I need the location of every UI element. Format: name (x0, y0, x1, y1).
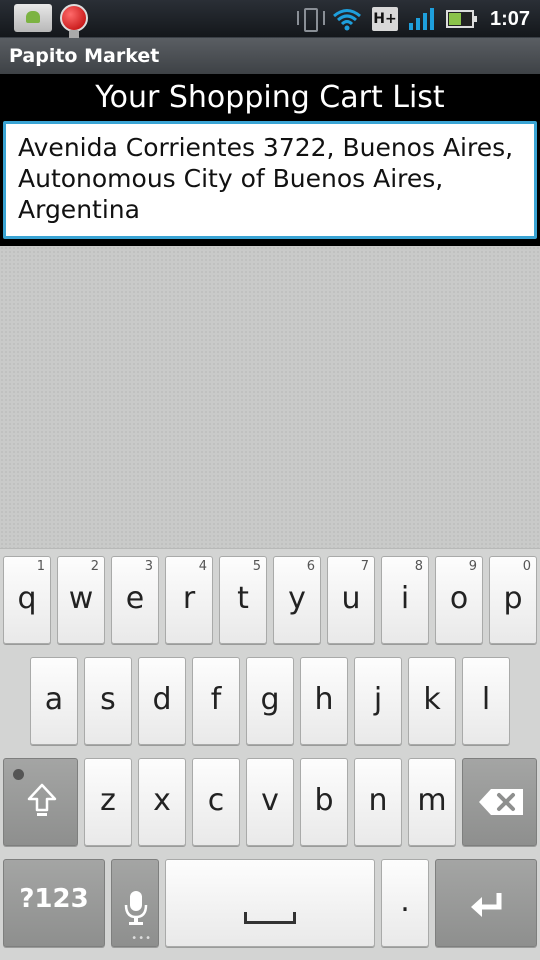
wifi-icon (333, 9, 361, 31)
app-title-bar: Papito Market (0, 38, 540, 74)
key-label: s (100, 682, 116, 717)
page-title: Your Shopping Cart List (95, 80, 445, 115)
key-label: d (152, 682, 172, 717)
enter-key[interactable] (435, 859, 537, 947)
period-key[interactable]: . (381, 859, 429, 947)
key-v[interactable]: v (246, 758, 294, 846)
space-key[interactable] (165, 859, 375, 947)
key-label: e (125, 581, 145, 616)
key-label: h (314, 682, 334, 717)
key-i[interactable]: 8 i (381, 556, 429, 644)
clock: 1:07 (489, 7, 530, 30)
empty-list-area (0, 246, 540, 548)
key-z[interactable]: z (84, 758, 132, 846)
key-m[interactable]: m (408, 758, 456, 846)
key-e[interactable]: 3 e (111, 556, 159, 644)
caps-indicator (13, 769, 24, 780)
key-s[interactable]: s (84, 657, 132, 745)
key-n[interactable]: n (354, 758, 402, 846)
address-line: Autonomous City of Buenos Aires, (18, 164, 444, 193)
key-label: j (373, 682, 383, 717)
address-line: Avenida Corrientes 3722, Buenos Aires, (18, 133, 514, 162)
key-label: w (68, 581, 94, 616)
key-hint: 8 (414, 559, 423, 574)
key-label: n (368, 783, 388, 818)
key-l[interactable]: l (462, 657, 510, 745)
key-g[interactable]: g (246, 657, 294, 745)
key-label: u (341, 581, 361, 616)
key-d[interactable]: d (138, 657, 186, 745)
key-y[interactable]: 6 y (273, 556, 321, 644)
backspace-key[interactable] (462, 758, 537, 846)
key-b[interactable]: b (300, 758, 348, 846)
app-title: Papito Market (9, 45, 160, 67)
key-hint: 4 (198, 559, 207, 574)
key-hint: 7 (360, 559, 369, 574)
key-label: p (503, 581, 523, 616)
key-r[interactable]: 4 r (165, 556, 213, 644)
key-h[interactable]: h (300, 657, 348, 745)
key-label: c (207, 783, 225, 818)
key-hint: 9 (468, 559, 477, 574)
key-label: ?123 (19, 884, 89, 914)
key-hint: 5 (252, 559, 261, 574)
photo-icon (14, 4, 52, 32)
microphone-icon (124, 891, 148, 925)
key-j[interactable]: j (354, 657, 402, 745)
key-w[interactable]: 2 w (57, 556, 105, 644)
address-text-field[interactable]: Avenida Corrientes 3722, Buenos Aires, A… (3, 121, 537, 239)
key-label: o (449, 581, 469, 616)
key-hint: 3 (144, 559, 153, 574)
space-icon (244, 912, 296, 924)
key-label: f (210, 682, 222, 717)
key-label: k (423, 682, 441, 717)
address-line: Argentina (18, 195, 140, 224)
key-x[interactable]: x (138, 758, 186, 846)
key-label: q (17, 581, 37, 616)
signal-icon (408, 8, 434, 30)
key-label: v (261, 783, 279, 818)
key-t[interactable]: 5 t (219, 556, 267, 644)
key-o[interactable]: 9 o (435, 556, 483, 644)
key-label: m (417, 783, 447, 818)
backspace-icon (479, 789, 523, 815)
key-hint: 1 (36, 559, 45, 574)
battery-icon (445, 10, 477, 28)
key-hint: 0 (522, 559, 531, 574)
key-a[interactable]: a (30, 657, 78, 745)
key-f[interactable]: f (192, 657, 240, 745)
key-label: . (400, 884, 410, 919)
key-label: t (237, 581, 249, 616)
key-hint: 2 (90, 559, 99, 574)
key-label: g (260, 682, 280, 717)
network-type-icon: H+ (371, 7, 398, 31)
key-label: y (288, 581, 306, 616)
status-bar: H+ 1:07 (0, 0, 540, 40)
key-label: r (182, 581, 196, 616)
soft-keyboard: 1 q 2 w 3 e 4 r 5 t 6 y 7 u 8 i 9 o 0 p … (0, 548, 540, 960)
key-q[interactable]: 1 q (3, 556, 51, 644)
key-label: x (153, 783, 171, 818)
shift-icon (27, 783, 57, 816)
key-k[interactable]: k (408, 657, 456, 745)
key-label: l (481, 682, 491, 717)
key-c[interactable]: c (192, 758, 240, 846)
vibrate-icon (296, 7, 325, 32)
enter-icon (471, 893, 502, 917)
main-content: Your Shopping Cart List Avenida Corrient… (0, 74, 540, 246)
key-label: b (314, 783, 334, 818)
key-label: z (100, 783, 116, 818)
key-hint: 6 (306, 559, 315, 574)
key-u[interactable]: 7 u (327, 556, 375, 644)
more-options-icon: ••• (131, 933, 152, 944)
voice-input-key[interactable]: ••• (111, 859, 159, 947)
key-label: i (400, 581, 410, 616)
globe-icon (60, 4, 88, 40)
key-label: a (44, 682, 64, 717)
key-p[interactable]: 0 p (489, 556, 537, 644)
symbols-key[interactable]: ?123 (3, 859, 105, 947)
shift-key[interactable] (3, 758, 78, 846)
